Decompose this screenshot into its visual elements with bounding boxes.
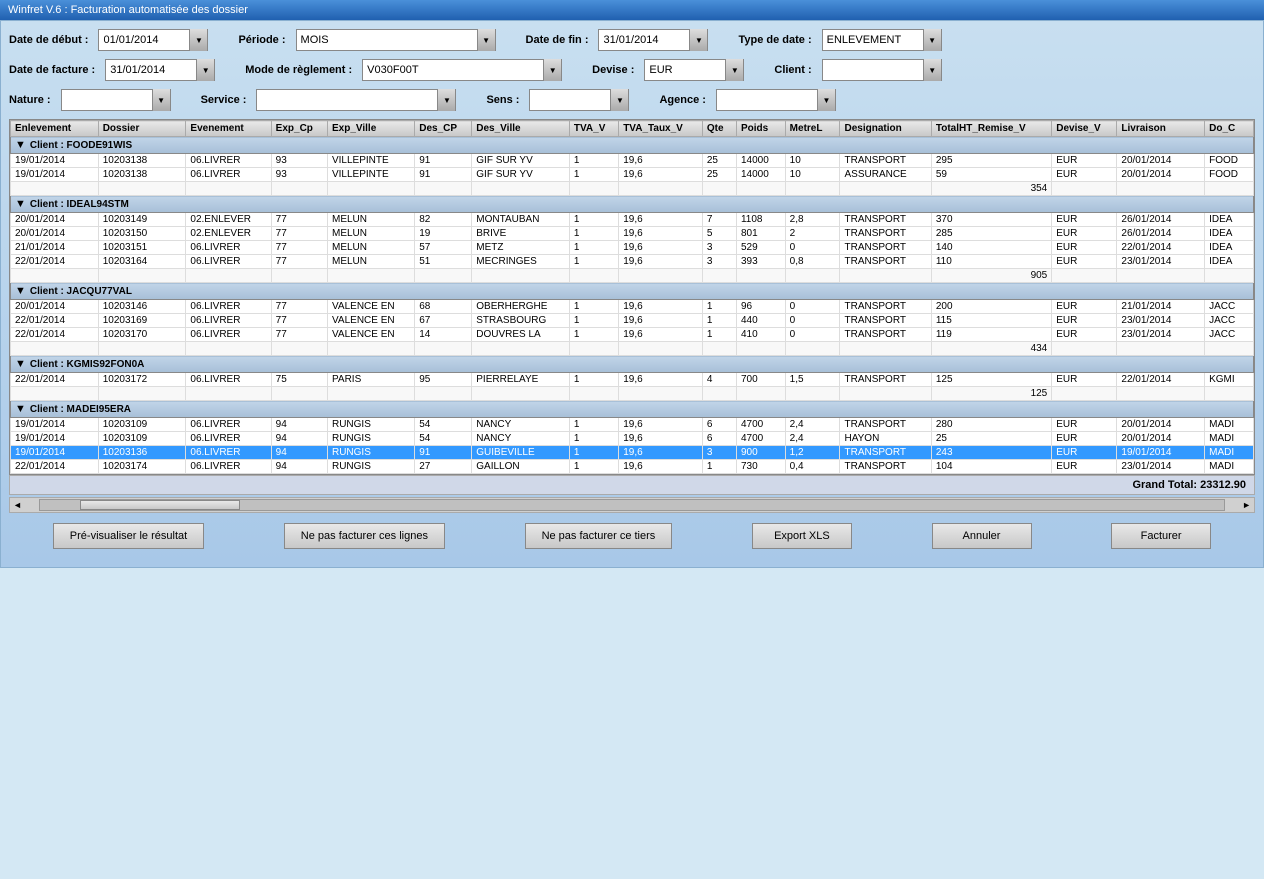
subtotal-row: 434 [11,342,1254,356]
col-header-enlevement[interactable]: Enlevement [11,121,99,137]
col-header-do[interactable]: Do_C [1205,121,1254,137]
invoice-button[interactable]: Facturer [1111,523,1211,549]
col-header-des-ville[interactable]: Des_Ville [472,121,570,137]
nature-label: Nature : [9,94,51,106]
date-debut-label: Date de début : [9,34,88,46]
col-header-metrel[interactable]: MetreL [785,121,840,137]
service-label: Service : [201,94,247,106]
mode-reglement-select[interactable]: V030F00T ▼ [362,59,562,81]
date-fin-arrow[interactable]: ▼ [689,29,707,51]
nature-arrow[interactable]: ▼ [152,89,170,111]
service-select[interactable]: ▼ [256,89,456,111]
client-header-row[interactable]: ▼Client : MADEI95ERA [11,401,1254,418]
client-label: Client : [774,64,811,76]
cancel-button[interactable]: Annuler [932,523,1032,549]
client-header-row[interactable]: ▼Client : KGMIS92FON0A [11,356,1254,373]
mode-reglement-label: Mode de règlement : [245,64,352,76]
agence-label: Agence : [659,94,705,106]
date-fin-select[interactable]: 31/01/2014 ▼ [598,29,708,51]
col-header-poids[interactable]: Poids [736,121,785,137]
col-header-des-cp[interactable]: Des_CP [415,121,472,137]
agence-arrow[interactable]: ▼ [817,89,835,111]
title-bar: Winfret V.6 : Facturation automatisée de… [0,0,1264,20]
export-xls-button[interactable]: Export XLS [752,523,852,549]
col-header-exp-cp[interactable]: Exp_Cp [271,121,327,137]
table-header-row: Enlevement Dossier Evenement Exp_Cp Exp_… [11,121,1254,137]
scroll-left-arrow[interactable]: ◄ [10,500,25,510]
nature-select[interactable]: ▼ [61,89,171,111]
col-header-designation[interactable]: Designation [840,121,931,137]
table-row[interactable]: 22/01/20141020317006.LIVRER77VALENCE EN1… [11,328,1254,342]
devise-select[interactable]: EUR ▼ [644,59,744,81]
subtotal-row: 354 [11,182,1254,196]
table-row[interactable]: 20/01/20141020314606.LIVRER77VALENCE EN6… [11,300,1254,314]
no-invoice-tiers-button[interactable]: Ne pas facturer ce tiers [525,523,673,549]
col-header-tva-taux[interactable]: TVA_Taux_V [619,121,703,137]
table-row[interactable]: 21/01/20141020315106.LIVRER77MELUN57METZ… [11,241,1254,255]
table-row[interactable]: 22/01/20141020316406.LIVRER77MELUN51MECR… [11,255,1254,269]
agence-select[interactable]: ▼ [716,89,836,111]
table-row[interactable]: 22/01/20141020316906.LIVRER77VALENCE EN6… [11,314,1254,328]
mode-reglement-arrow[interactable]: ▼ [543,59,561,81]
table-row[interactable]: 22/01/20141020317406.LIVRER94RUNGIS27GAI… [11,460,1254,474]
grand-total-bar: Grand Total: 23312.90 [9,475,1255,495]
col-header-dossier[interactable]: Dossier [98,121,186,137]
col-header-evenement[interactable]: Evenement [186,121,271,137]
col-header-tva-v[interactable]: TVA_V [569,121,618,137]
col-header-livraison[interactable]: Livraison [1117,121,1205,137]
table-row[interactable]: 22/01/20141020317206.LIVRER75PARIS95PIER… [11,373,1254,387]
grand-total-value: 23312.90 [1200,479,1246,491]
table-row[interactable]: 19/01/20141020313606.LIVRER94RUNGIS91GUI… [11,446,1254,460]
grand-total-label: Grand Total: [1132,479,1200,491]
date-fin-label: Date de fin : [526,34,589,46]
type-date-label: Type de date : [738,34,811,46]
table-row[interactable]: 19/01/20141020313806.LIVRER93VILLEPINTE9… [11,168,1254,182]
type-date-select[interactable]: ENLEVEMENT ▼ [822,29,942,51]
preview-button[interactable]: Pré-visualiser le résultat [53,523,204,549]
sens-arrow[interactable]: ▼ [610,89,628,111]
col-header-qte[interactable]: Qte [702,121,736,137]
date-facture-select[interactable]: 31/01/2014 ▼ [105,59,215,81]
title-text: Winfret V.6 : Facturation automatisée de… [8,4,248,16]
table-row[interactable]: 19/01/20141020310906.LIVRER94RUNGIS54NAN… [11,418,1254,432]
no-invoice-lines-button[interactable]: Ne pas facturer ces lignes [284,523,445,549]
data-table: Enlevement Dossier Evenement Exp_Cp Exp_… [10,120,1254,474]
client-select[interactable]: ▼ [822,59,942,81]
devise-arrow[interactable]: ▼ [725,59,743,81]
col-header-totalht[interactable]: TotalHT_Remise_V [931,121,1051,137]
client-header-row[interactable]: ▼Client : IDEAL94STM [11,196,1254,213]
sens-label: Sens : [486,94,519,106]
periode-arrow[interactable]: ▼ [477,29,495,51]
periode-label: Période : [238,34,285,46]
devise-label: Devise : [592,64,634,76]
table-row[interactable]: 20/01/20141020314902.ENLEVER77MELUN82MON… [11,213,1254,227]
bottom-buttons-bar: Pré-visualiser le résultat Ne pas factur… [9,513,1255,559]
subtotal-row: 905 [11,269,1254,283]
sens-select[interactable]: ▼ [529,89,629,111]
scrollbar-thumb[interactable] [80,500,240,510]
periode-select[interactable]: MOIS ▼ [296,29,496,51]
horizontal-scrollbar[interactable]: ◄ ► [9,497,1255,513]
client-arrow[interactable]: ▼ [923,59,941,81]
client-header-row[interactable]: ▼Client : JACQU77VAL [11,283,1254,300]
scrollbar-track[interactable] [39,499,1225,511]
type-date-arrow[interactable]: ▼ [923,29,941,51]
subtotal-row: 125 [11,387,1254,401]
col-header-exp-ville[interactable]: Exp_Ville [327,121,414,137]
date-debut-select[interactable]: 01/01/2014 ▼ [98,29,208,51]
table-row[interactable]: 19/01/20141020310906.LIVRER94RUNGIS54NAN… [11,432,1254,446]
date-facture-label: Date de facture : [9,64,95,76]
col-header-devise-v[interactable]: Devise_V [1052,121,1117,137]
date-facture-arrow[interactable]: ▼ [196,59,214,81]
scroll-right-arrow[interactable]: ► [1239,500,1254,510]
client-header-row[interactable]: ▼Client : FOODE91WIS [11,137,1254,154]
service-arrow[interactable]: ▼ [437,89,455,111]
date-debut-arrow[interactable]: ▼ [189,29,207,51]
table-row[interactable]: 20/01/20141020315002.ENLEVER77MELUN19BRI… [11,227,1254,241]
data-table-container[interactable]: Enlevement Dossier Evenement Exp_Cp Exp_… [9,119,1255,475]
table-row[interactable]: 19/01/20141020313806.LIVRER93VILLEPINTE9… [11,154,1254,168]
